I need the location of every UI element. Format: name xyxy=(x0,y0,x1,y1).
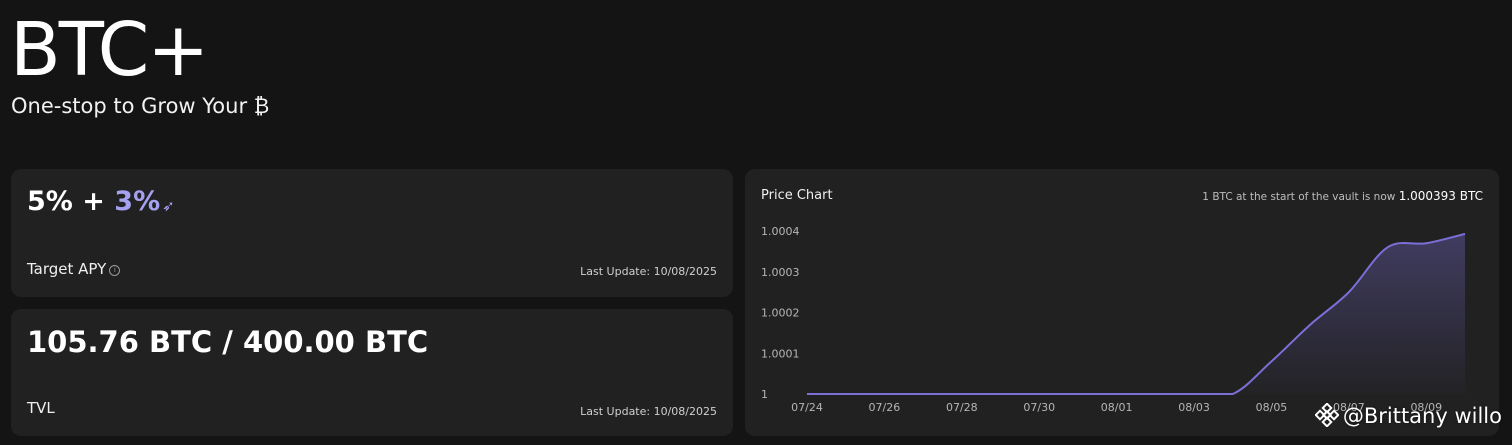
data-point xyxy=(807,394,808,395)
data-point xyxy=(923,394,924,395)
watermark-text: @Brittany willo xyxy=(1342,404,1502,428)
data-point xyxy=(1426,243,1427,244)
apy-value: 5% + 3% ➶ xyxy=(27,185,175,219)
x-tick-label: 07/24 xyxy=(791,401,823,414)
data-point xyxy=(1194,394,1195,395)
y-tick-label: 1.0002 xyxy=(761,307,800,320)
page-subtitle: One-stop to Grow Your ₿ xyxy=(11,94,270,118)
data-point xyxy=(1465,233,1466,234)
x-tick-label: 07/30 xyxy=(1023,401,1055,414)
x-tick-label: 08/01 xyxy=(1101,401,1133,414)
data-point xyxy=(1000,394,1001,395)
data-point xyxy=(1039,394,1040,395)
page-title: BTC+ xyxy=(10,7,209,93)
rocket-arrow-icon: ➶ xyxy=(162,197,175,215)
price-chart-card: 1 1.0001 1.0002 1.0003 1.0004 07/24 07/26 07/28… xyxy=(745,169,1499,436)
x-tick-label: 08/03 xyxy=(1178,401,1210,414)
tvl-card: 105.76 BTC / 400.00 BTC TVL Last Update:… xyxy=(11,309,733,436)
price-chart-note: 1 BTC at the start of the vault is now 1… xyxy=(1202,188,1483,205)
price-chart[interactable]: 1 1.0001 1.0002 1.0003 1.0004 07/24 07/26 07/28… xyxy=(745,169,1499,436)
data-point xyxy=(1348,292,1349,293)
price-chart-title: Price Chart xyxy=(761,188,833,203)
apy-base: 5% xyxy=(27,186,73,217)
apy-plus: + xyxy=(82,186,105,217)
data-point xyxy=(1387,247,1388,248)
apy-last-update: Last Update: 10/08/2025 xyxy=(580,265,717,278)
tvl-last-update: Last Update: 10/08/2025 xyxy=(580,405,717,418)
x-tick-label: 07/26 xyxy=(869,401,901,414)
data-point xyxy=(1077,394,1078,395)
data-point xyxy=(884,394,885,395)
data-point xyxy=(1155,394,1156,395)
info-icon[interactable]: i xyxy=(109,265,121,276)
binance-logo-icon xyxy=(1314,402,1340,428)
price-chart-note-value: 1.000393 BTC xyxy=(1398,189,1483,203)
tvl-value: 105.76 BTC / 400.00 BTC xyxy=(27,325,429,359)
price-chart-note-prefix: 1 BTC at the start of the vault is now xyxy=(1202,191,1396,203)
data-point xyxy=(1310,324,1311,325)
apy-bonus: 3% xyxy=(114,186,161,217)
watermark: @Brittany willo xyxy=(1314,401,1502,431)
x-tick-label: 07/28 xyxy=(946,401,978,414)
y-tick-label: 1.0004 xyxy=(761,225,800,238)
price-area xyxy=(807,233,1465,394)
page: BTC+ One-stop to Grow Your ₿ 5% + 3% ➶ Ta… xyxy=(0,0,1512,445)
x-tick-label: 08/05 xyxy=(1256,401,1288,414)
data-point xyxy=(1271,361,1272,362)
tvl-label: TVL xyxy=(27,399,55,417)
data-point xyxy=(1116,394,1117,395)
y-tick-label: 1.0001 xyxy=(761,347,800,360)
target-apy-label-text: Target APY xyxy=(27,260,107,278)
data-point xyxy=(961,394,962,395)
data-point xyxy=(1232,394,1233,395)
target-apy-label: Target APY i xyxy=(27,259,121,279)
y-tick-label: 1 xyxy=(761,388,768,401)
data-point xyxy=(845,394,846,395)
y-tick-label: 1.0003 xyxy=(761,266,800,279)
target-apy-card: 5% + 3% ➶ Target APY i Last Update: 10/08/… xyxy=(11,169,733,297)
